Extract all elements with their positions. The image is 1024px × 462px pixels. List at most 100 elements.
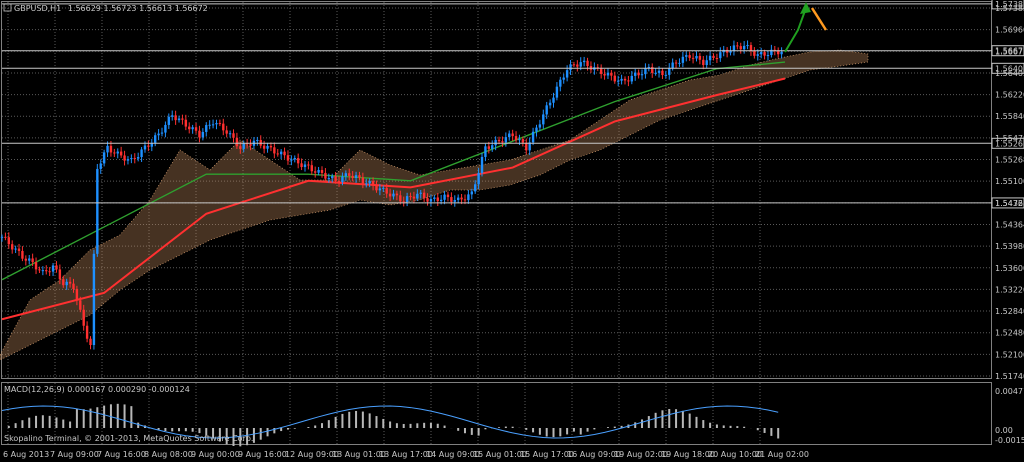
price-chart[interactable]: 1.57382 1.56672 1.56405 1.55268 1.54364 GBPU… bbox=[0, 0, 1024, 462]
macd-bar bbox=[566, 428, 569, 435]
candle-body bbox=[208, 124, 211, 126]
macd-bar bbox=[280, 428, 283, 432]
candle-body bbox=[375, 185, 378, 191]
candle-body bbox=[702, 59, 705, 65]
candle-body bbox=[31, 258, 34, 263]
candle-body bbox=[419, 192, 422, 194]
macd-bar bbox=[654, 412, 657, 428]
macd-bar bbox=[681, 410, 684, 428]
candle-body bbox=[586, 60, 589, 67]
candle-body bbox=[668, 68, 671, 75]
candle-body bbox=[644, 68, 647, 75]
macd-bar bbox=[123, 404, 126, 428]
candle-body bbox=[453, 200, 456, 202]
macd-bar bbox=[259, 428, 262, 440]
candle-body bbox=[715, 57, 719, 59]
candle-body bbox=[324, 172, 327, 179]
macd-bar bbox=[35, 415, 38, 428]
macd-max-label: 0.004716 bbox=[995, 387, 1024, 396]
macd-bar bbox=[661, 410, 664, 428]
candle-body bbox=[749, 45, 753, 51]
candle-body bbox=[300, 163, 303, 168]
candle-body bbox=[508, 133, 511, 138]
macd-bar bbox=[545, 428, 548, 437]
candle-body bbox=[82, 309, 85, 326]
candle-body bbox=[354, 175, 358, 179]
candle-body bbox=[535, 127, 538, 132]
candle-body bbox=[201, 131, 205, 138]
candle-body bbox=[273, 147, 276, 154]
candle-body bbox=[620, 78, 623, 81]
macd-bar bbox=[709, 422, 712, 428]
macd-bar bbox=[743, 426, 746, 428]
candle-body bbox=[365, 183, 368, 185]
candle-body bbox=[521, 139, 525, 143]
time-tick-label: 14 Aug 09:00 bbox=[426, 450, 480, 459]
candle-body bbox=[242, 143, 245, 149]
macd-bar bbox=[436, 423, 439, 428]
candle-body bbox=[753, 50, 756, 56]
candle-body bbox=[569, 64, 572, 71]
macd-bar bbox=[184, 428, 187, 432]
macd-bar bbox=[164, 428, 167, 432]
macd-bar bbox=[103, 405, 106, 428]
candle-body bbox=[538, 124, 542, 128]
candle-body bbox=[388, 193, 392, 197]
candle-body bbox=[491, 145, 494, 149]
candle-body bbox=[157, 133, 160, 136]
candle-body bbox=[235, 137, 239, 147]
candle-body bbox=[736, 45, 739, 47]
candle-body bbox=[446, 194, 450, 198]
candle-body bbox=[133, 158, 136, 160]
candle-body bbox=[525, 142, 528, 151]
macd-bar bbox=[314, 425, 317, 428]
macd-bar bbox=[641, 419, 644, 428]
candle-body bbox=[545, 105, 548, 115]
candle-body bbox=[637, 72, 640, 76]
candle-body bbox=[416, 193, 419, 199]
candle-body bbox=[48, 271, 51, 273]
time-tick-label: 13 Aug 17:00 bbox=[379, 450, 433, 459]
candle-body bbox=[426, 198, 429, 202]
candle-body bbox=[341, 176, 344, 183]
candle-body bbox=[531, 131, 535, 143]
candle-body bbox=[456, 197, 460, 201]
candle-body bbox=[320, 169, 324, 173]
candle-body bbox=[174, 115, 177, 121]
macd-bar bbox=[423, 422, 426, 428]
candle-body bbox=[634, 72, 637, 76]
candle-body bbox=[443, 194, 446, 200]
macd-bar bbox=[62, 419, 65, 428]
candle-body bbox=[371, 181, 375, 186]
macd-bar bbox=[82, 409, 85, 428]
quote-label: 1.56629 1.56723 1.56613 1.56672 bbox=[68, 4, 208, 13]
macd-bar bbox=[75, 408, 78, 428]
macd-bar bbox=[266, 428, 269, 437]
macd-bar bbox=[41, 415, 44, 428]
candle-body bbox=[256, 139, 259, 141]
candle-body bbox=[511, 133, 514, 137]
candle-body bbox=[409, 196, 412, 198]
macd-bar bbox=[416, 423, 419, 428]
candle-body bbox=[116, 151, 119, 154]
macd-bar bbox=[770, 428, 773, 436]
macd-bar bbox=[532, 428, 535, 433]
time-axis: 6 Aug 2013 7 Aug 09:007 Aug 16:008 Aug 08… bbox=[3, 450, 809, 459]
candle-body bbox=[147, 145, 150, 147]
macd-bar bbox=[341, 413, 344, 428]
macd-bar bbox=[477, 428, 480, 436]
candle-body bbox=[708, 55, 712, 61]
candle-body bbox=[331, 176, 334, 178]
macd-bar bbox=[178, 428, 181, 432]
time-tick-label: 9 Aug 00:00 bbox=[191, 450, 240, 459]
macd-bar bbox=[368, 413, 371, 428]
candle-body bbox=[395, 193, 399, 196]
candle-body bbox=[51, 265, 55, 272]
macd-bar bbox=[538, 428, 541, 435]
candle-body bbox=[153, 135, 157, 143]
candle-body bbox=[119, 151, 123, 156]
macd-bar bbox=[729, 425, 732, 428]
candle-body bbox=[79, 300, 82, 310]
candle-body bbox=[627, 80, 630, 82]
candle-body bbox=[616, 80, 620, 82]
